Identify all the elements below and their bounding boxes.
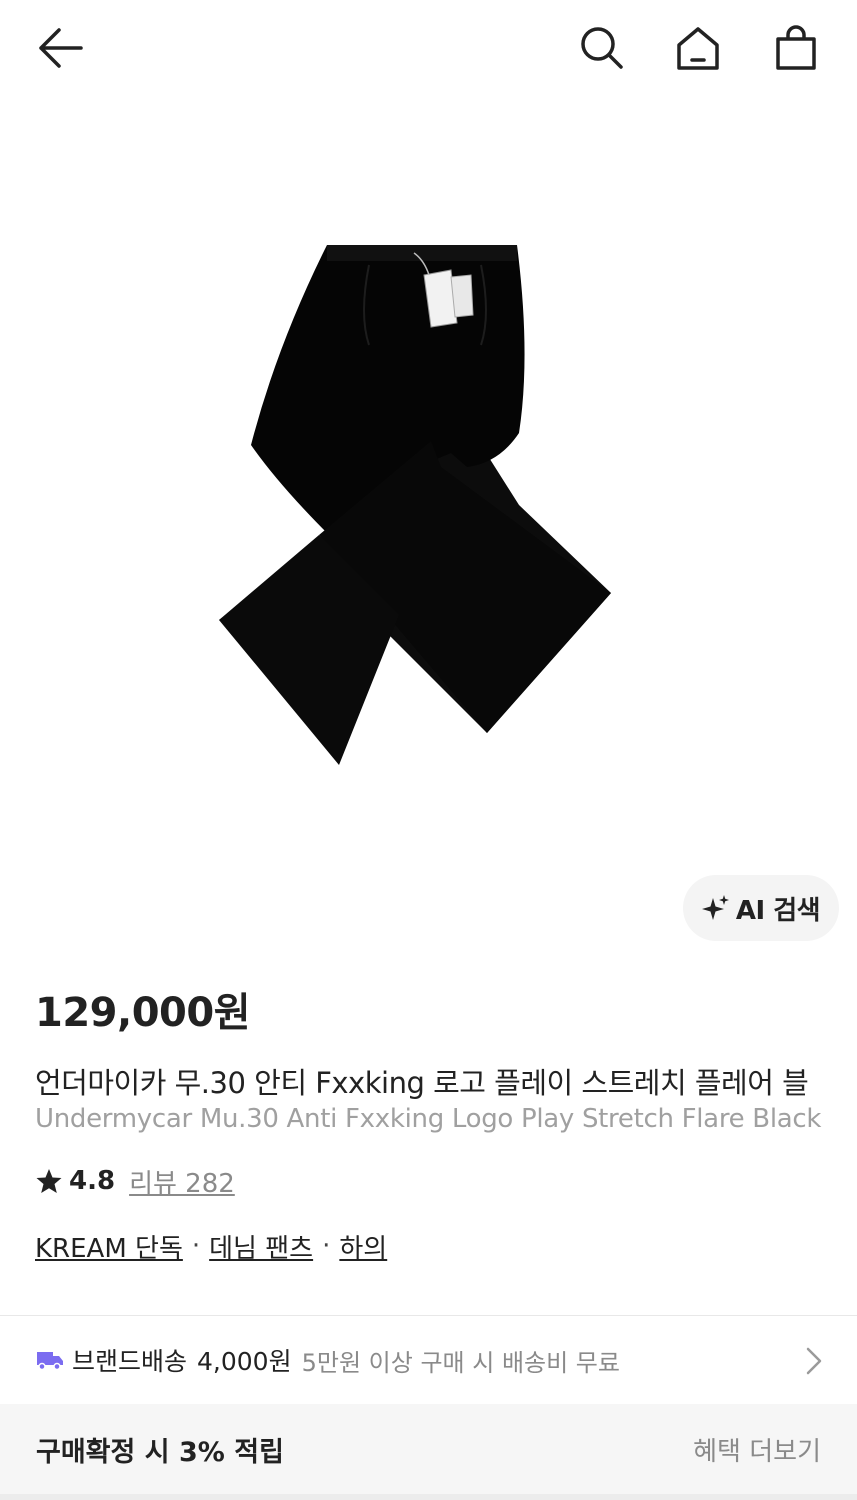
product-title-english: Undermycar Mu.30 Anti Fxxking Logo Play … <box>35 1104 822 1134</box>
black-flare-jeans-image <box>218 245 611 765</box>
points-benefit-label: 구매확정 시 3% 적립 <box>36 1436 284 1468</box>
shopping-bag-icon <box>776 25 816 70</box>
ai-search-label: AI 검색 <box>735 895 821 926</box>
star-icon <box>36 1169 62 1193</box>
category-separator: · <box>322 1231 331 1261</box>
benefit-row: 구매확정 시 3% 적립 혜택 더보기 <box>0 1404 857 1494</box>
truck-icon <box>36 1349 64 1371</box>
rating-row: 4.8 리뷰 282 <box>35 1163 235 1199</box>
rating-value: 4.8 <box>69 1166 116 1196</box>
shopping-bag-button[interactable] <box>766 22 826 74</box>
back-button[interactable] <box>30 22 90 74</box>
review-count-link[interactable]: 리뷰 282 <box>129 1163 235 1200</box>
free-shipping-note: 5만원 이상 구매 시 배송비 무료 <box>301 1348 620 1377</box>
category-breadcrumb: KREAM 단독 · 데님 팬츠 · 하의 <box>35 1228 387 1264</box>
search-button[interactable] <box>572 22 632 74</box>
more-benefits-link[interactable]: 혜택 더보기 <box>693 1431 821 1468</box>
top-navigation-bar <box>0 0 857 100</box>
home-button[interactable] <box>668 22 728 74</box>
product-image[interactable] <box>0 100 857 870</box>
category-link-exclusive[interactable]: KREAM 단독 <box>35 1228 183 1265</box>
product-title-korean: 언더마이카 무.30 안티 Fxxking 로고 플레이 스트레치 플레어 블 <box>35 1066 809 1100</box>
product-price: 129,000원 <box>35 990 251 1036</box>
category-separator: · <box>191 1231 201 1261</box>
sparkle-icon <box>701 895 729 920</box>
shipping-type-label: 브랜드배송 <box>72 1347 188 1376</box>
search-icon <box>581 27 623 69</box>
arrow-left-icon <box>39 28 83 68</box>
shipping-fee: 4,000원 <box>197 1347 292 1376</box>
chevron-right-icon <box>806 1347 822 1375</box>
category-link-denim-pants[interactable]: 데님 팬츠 <box>209 1228 313 1265</box>
shipping-info-row[interactable]: 브랜드배송 4,000원 5만원 이상 구매 시 배송비 무료 <box>0 1316 857 1404</box>
category-link-bottoms[interactable]: 하의 <box>339 1228 387 1265</box>
bottom-divider <box>0 1494 857 1500</box>
home-icon <box>677 27 719 70</box>
ai-search-button[interactable]: AI 검색 <box>683 875 839 941</box>
